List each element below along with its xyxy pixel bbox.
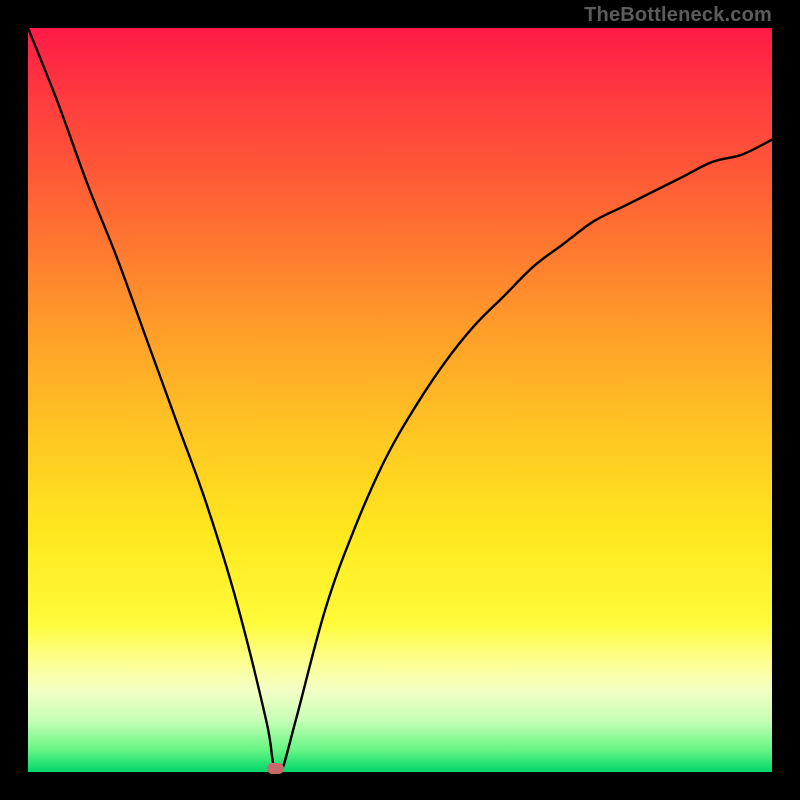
attribution-label: TheBottleneck.com <box>584 4 772 27</box>
chart-frame: TheBottleneck.com <box>0 0 800 800</box>
plot-area <box>28 28 772 772</box>
bottleneck-curve <box>28 28 772 772</box>
optimal-marker <box>267 763 284 774</box>
